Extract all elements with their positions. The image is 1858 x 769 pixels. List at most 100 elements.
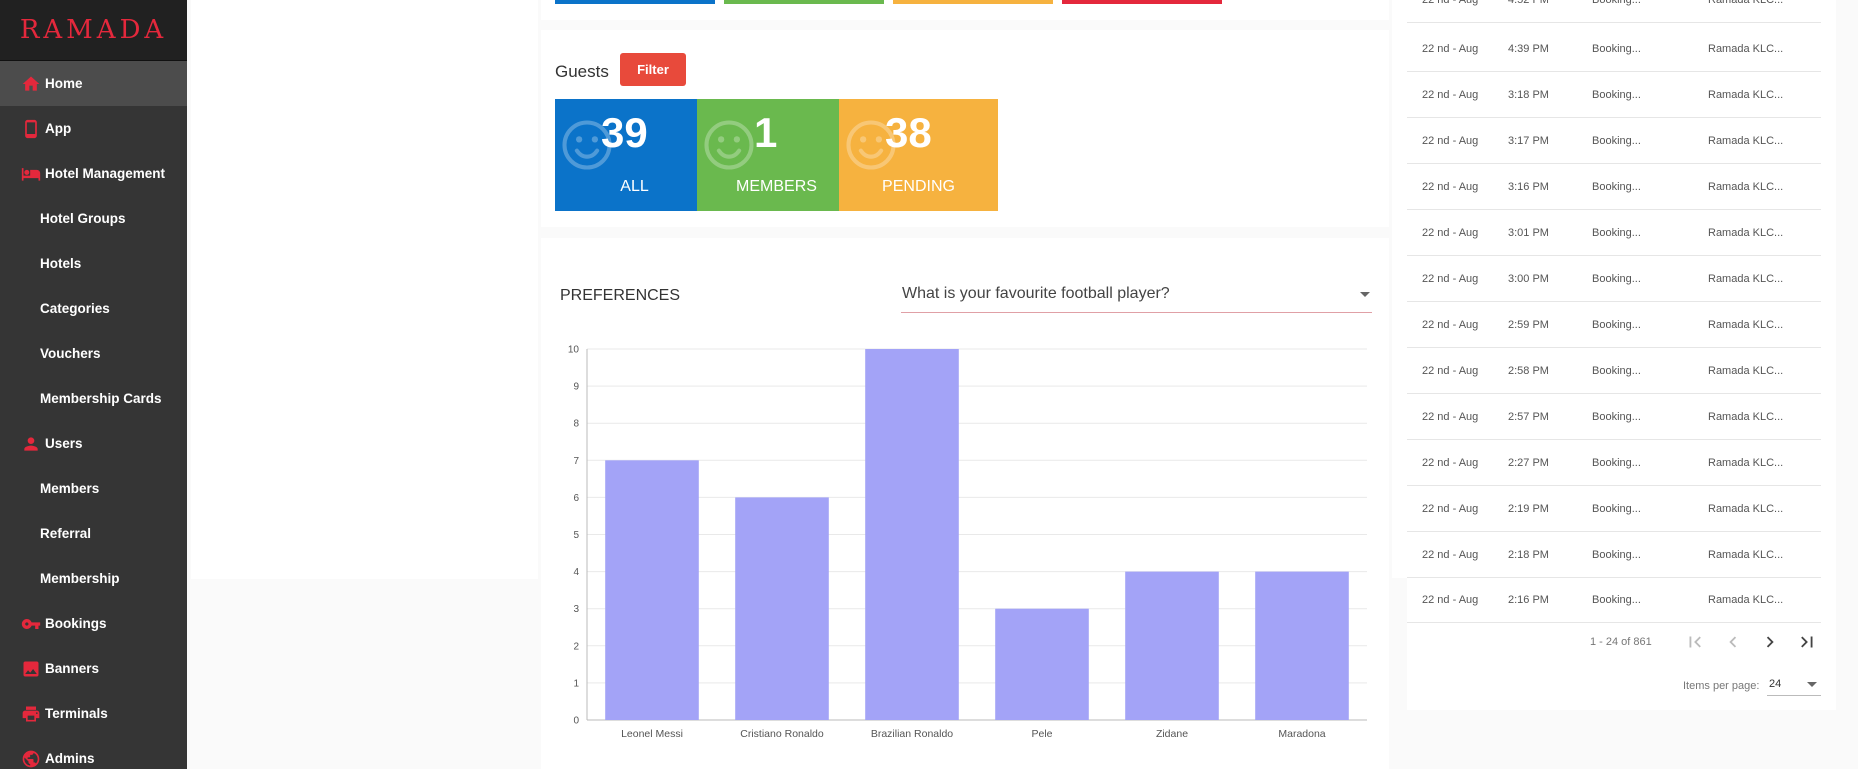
sidebar-item-hotels[interactable]: Hotels — [0, 241, 187, 286]
previous-page-button[interactable] — [1720, 629, 1746, 655]
sidebar-item-bookings[interactable]: Bookings — [0, 601, 187, 646]
booking-date: 22 nd - Aug — [1422, 503, 1479, 515]
table-row[interactable]: 22 nd - Aug 3:16 PM Booking... Ramada KLC..… — [1407, 164, 1821, 210]
stat-bar-green — [724, 0, 884, 4]
booking-time: 2:27 PM — [1508, 457, 1549, 469]
stat-card-all[interactable]: 39 ALL — [555, 99, 714, 211]
next-page-button[interactable] — [1757, 629, 1783, 655]
items-per-page-select[interactable]: 24 — [1767, 674, 1821, 696]
sidebar-item-membership-cards[interactable]: Membership Cards — [0, 376, 187, 421]
y-tick-label: 5 — [573, 530, 579, 541]
table-row[interactable]: 22 nd - Aug 2:16 PM Booking... Ramada KLC..… — [1407, 577, 1821, 623]
booking-type: Booking... — [1592, 365, 1641, 377]
booking-type: Booking... — [1592, 273, 1641, 285]
image-icon — [20, 658, 42, 680]
bar — [1125, 571, 1219, 720]
y-tick-label: 0 — [573, 716, 579, 727]
booking-type: Booking... — [1592, 319, 1641, 331]
booking-date: 22 nd - Aug — [1422, 319, 1479, 331]
chevron-down-icon — [1807, 682, 1817, 687]
stat-card-members[interactable]: 1 MEMBERS — [697, 99, 856, 211]
x-tick-label: Maradona — [1278, 728, 1325, 740]
x-tick-label: Leonel Messi — [621, 728, 683, 740]
sidebar-item-hotel-management[interactable]: Hotel Management — [0, 151, 187, 196]
phone-icon — [20, 118, 42, 140]
sidebar-item-vouchers[interactable]: Vouchers — [0, 331, 187, 376]
table-row[interactable]: 22 nd - Aug 4:52 PM Booking... Ramada KLC..… — [1407, 0, 1821, 23]
sidebar-item-users[interactable]: Users — [0, 421, 187, 466]
chevron-right-icon — [1766, 636, 1774, 648]
table-row[interactable]: 22 nd - Aug 4:39 PM Booking... Ramada KLC..… — [1407, 26, 1821, 72]
left-panel — [191, 0, 538, 579]
y-tick-label: 8 — [573, 419, 579, 430]
sidebar-item-label: Categories — [40, 301, 110, 316]
sidebar-item-members[interactable]: Members — [0, 466, 187, 511]
sidebar-item-membership[interactable]: Membership — [0, 556, 187, 601]
booking-time: 3:18 PM — [1508, 89, 1549, 101]
key-icon — [20, 613, 42, 635]
stat-value: 39 — [601, 109, 648, 156]
last-page-button[interactable] — [1794, 629, 1820, 655]
booking-date: 22 nd - Aug — [1422, 181, 1479, 193]
sidebar-item-label: Bookings — [45, 616, 107, 631]
sidebar-item-referral[interactable]: Referral — [0, 511, 187, 556]
sidebar-item-label: Users — [45, 436, 83, 451]
booking-time: 2:16 PM — [1508, 594, 1549, 606]
booking-date: 22 nd - Aug — [1422, 89, 1479, 101]
person-icon — [20, 433, 42, 455]
sidebar-item-label: App — [45, 121, 72, 136]
smiley-icon — [704, 120, 754, 170]
brand-logo[interactable]: RAMADA — [0, 0, 187, 61]
booking-type: Booking... — [1592, 503, 1641, 515]
table-row[interactable]: 22 nd - Aug 3:01 PM Booking... Ramada KLC..… — [1407, 210, 1821, 256]
table-row[interactable]: 22 nd - Aug 2:27 PM Booking... Ramada KLC..… — [1407, 440, 1821, 486]
first-page-icon — [1689, 636, 1701, 648]
table-row[interactable]: 22 nd - Aug 2:58 PM Booking... Ramada KLC..… — [1407, 348, 1821, 394]
table-row[interactable]: 22 nd - Aug 2:59 PM Booking... Ramada KLC..… — [1407, 302, 1821, 348]
sidebar-item-banners[interactable]: Banners — [0, 646, 187, 691]
stat-label: PENDING — [882, 178, 955, 195]
booking-hotel: Ramada KLC... — [1708, 135, 1784, 147]
booking-date: 22 nd - Aug — [1422, 0, 1479, 6]
table-row[interactable]: 22 nd - Aug 3:18 PM Booking... Ramada KLC..… — [1407, 72, 1821, 118]
first-page-button[interactable] — [1682, 629, 1708, 655]
sidebar-item-admins[interactable]: Admins — [0, 736, 187, 769]
sidebar-item-home[interactable]: Home — [0, 61, 187, 106]
stat-value: 1 — [754, 109, 778, 156]
booking-type: Booking... — [1592, 89, 1641, 101]
stat-card-pending[interactable]: 38 PENDING — [839, 99, 998, 211]
sidebar-item-label: Membership Cards — [40, 391, 162, 406]
x-tick-label: Pele — [1031, 728, 1052, 740]
booking-date: 22 nd - Aug — [1422, 365, 1479, 377]
table-row[interactable]: 22 nd - Aug 3:00 PM Booking... Ramada KLC..… — [1407, 256, 1821, 302]
chevron-left-icon — [1729, 636, 1737, 648]
booking-date: 22 nd - Aug — [1422, 411, 1479, 423]
stat-label: ALL — [620, 178, 649, 195]
booking-time: 2:18 PM — [1508, 549, 1549, 561]
y-tick-label: 10 — [568, 345, 580, 356]
table-row[interactable]: 22 nd - Aug 2:19 PM Booking... Ramada KLC..… — [1407, 486, 1821, 532]
x-tick-label: Zidane — [1156, 728, 1188, 740]
sidebar-item-hotel-groups[interactable]: Hotel Groups — [0, 196, 187, 241]
sidebar-item-label: Vouchers — [40, 346, 101, 361]
booking-hotel: Ramada KLC... — [1708, 319, 1784, 331]
sidebar-item-label: Membership — [40, 571, 120, 586]
booking-time: 2:59 PM — [1508, 319, 1549, 331]
sidebar: RAMADA Home App Hotel Management Hotel Grou… — [0, 0, 187, 769]
y-tick-label: 4 — [573, 567, 579, 578]
table-row[interactable]: 22 nd - Aug 3:17 PM Booking... Ramada KLC..… — [1407, 118, 1821, 164]
y-tick-label: 7 — [573, 456, 579, 467]
booking-type: Booking... — [1592, 0, 1641, 6]
sidebar-item-categories[interactable]: Categories — [0, 286, 187, 331]
printer-icon — [20, 703, 42, 725]
booking-type: Booking... — [1592, 135, 1641, 147]
booking-hotel: Ramada KLC... — [1708, 365, 1784, 377]
filter-button[interactable]: Filter — [620, 53, 686, 86]
booking-hotel: Ramada KLC... — [1708, 273, 1784, 285]
booking-date: 22 nd - Aug — [1422, 457, 1479, 469]
table-row[interactable]: 22 nd - Aug 2:18 PM Booking... Ramada KLC..… — [1407, 532, 1821, 578]
table-row[interactable]: 22 nd - Aug 2:57 PM Booking... Ramada KLC..… — [1407, 394, 1821, 440]
sidebar-item-terminals[interactable]: Terminals — [0, 691, 187, 736]
sidebar-item-app[interactable]: App — [0, 106, 187, 151]
preferences-panel: PREFERENCES What is your favourite footb… — [541, 238, 1389, 769]
